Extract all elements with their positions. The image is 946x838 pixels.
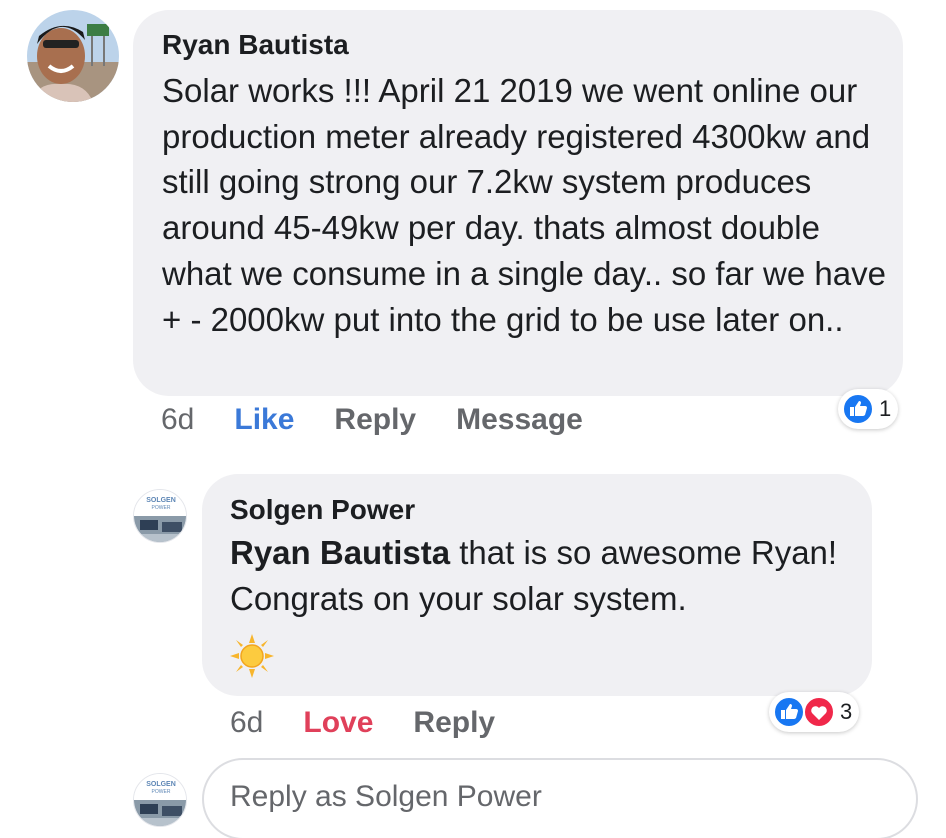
reply-author[interactable]: Solgen Power bbox=[230, 494, 415, 526]
like-reaction-icon bbox=[842, 393, 874, 425]
reply-input[interactable] bbox=[230, 780, 880, 814]
comment-text: Solar works !!! April 21 2019 we went on… bbox=[162, 72, 886, 338]
comment-thread: Ryan Bautista Solar works !!! April 21 2… bbox=[0, 0, 946, 838]
comment-timestamp[interactable]: 6d bbox=[161, 403, 194, 437]
comment-bubble: Ryan Bautista Solar works !!! April 21 2… bbox=[133, 10, 903, 396]
reply-reactions[interactable]: 3 bbox=[769, 692, 860, 732]
reply-composer[interactable] bbox=[202, 758, 918, 838]
solgen-avatar[interactable]: SOLGEN POWER bbox=[133, 489, 187, 543]
love-button[interactable]: Love bbox=[303, 706, 373, 740]
sun-emoji-icon bbox=[230, 634, 274, 678]
reply-text: Ryan Bautista that is so awesome Ryan! C… bbox=[230, 530, 870, 621]
comment-reaction-count: 1 bbox=[879, 396, 892, 421]
reply-mention[interactable]: Ryan Bautista bbox=[230, 534, 450, 571]
love-reaction-icon bbox=[803, 696, 835, 728]
reply-timestamp[interactable]: 6d bbox=[230, 706, 263, 740]
solgen-logo-line2: POWER bbox=[152, 505, 171, 511]
ryan-avatar[interactable] bbox=[27, 10, 119, 102]
reply-reaction-count: 3 bbox=[840, 699, 853, 724]
solgen-logo-line1: SOLGEN bbox=[146, 781, 176, 788]
like-button[interactable]: Like bbox=[234, 403, 294, 437]
reply-button[interactable]: Reply bbox=[334, 403, 416, 437]
composer-avatar: SOLGEN POWER bbox=[133, 773, 187, 827]
comment-reactions[interactable]: 1 bbox=[838, 389, 899, 429]
solgen-logo-line1: SOLGEN bbox=[146, 497, 176, 504]
reply-reply-button[interactable]: Reply bbox=[413, 706, 495, 740]
comment-author[interactable]: Ryan Bautista bbox=[162, 29, 349, 61]
like-reaction-icon bbox=[773, 696, 805, 728]
solgen-logo-line2: POWER bbox=[152, 789, 171, 795]
reply-actions: 6d Love Reply bbox=[230, 706, 535, 740]
reply-bubble: Solgen Power Ryan Bautista that is so aw… bbox=[202, 474, 872, 696]
comment-actions: 6d Like Reply Message bbox=[161, 403, 623, 437]
message-button[interactable]: Message bbox=[456, 403, 583, 437]
